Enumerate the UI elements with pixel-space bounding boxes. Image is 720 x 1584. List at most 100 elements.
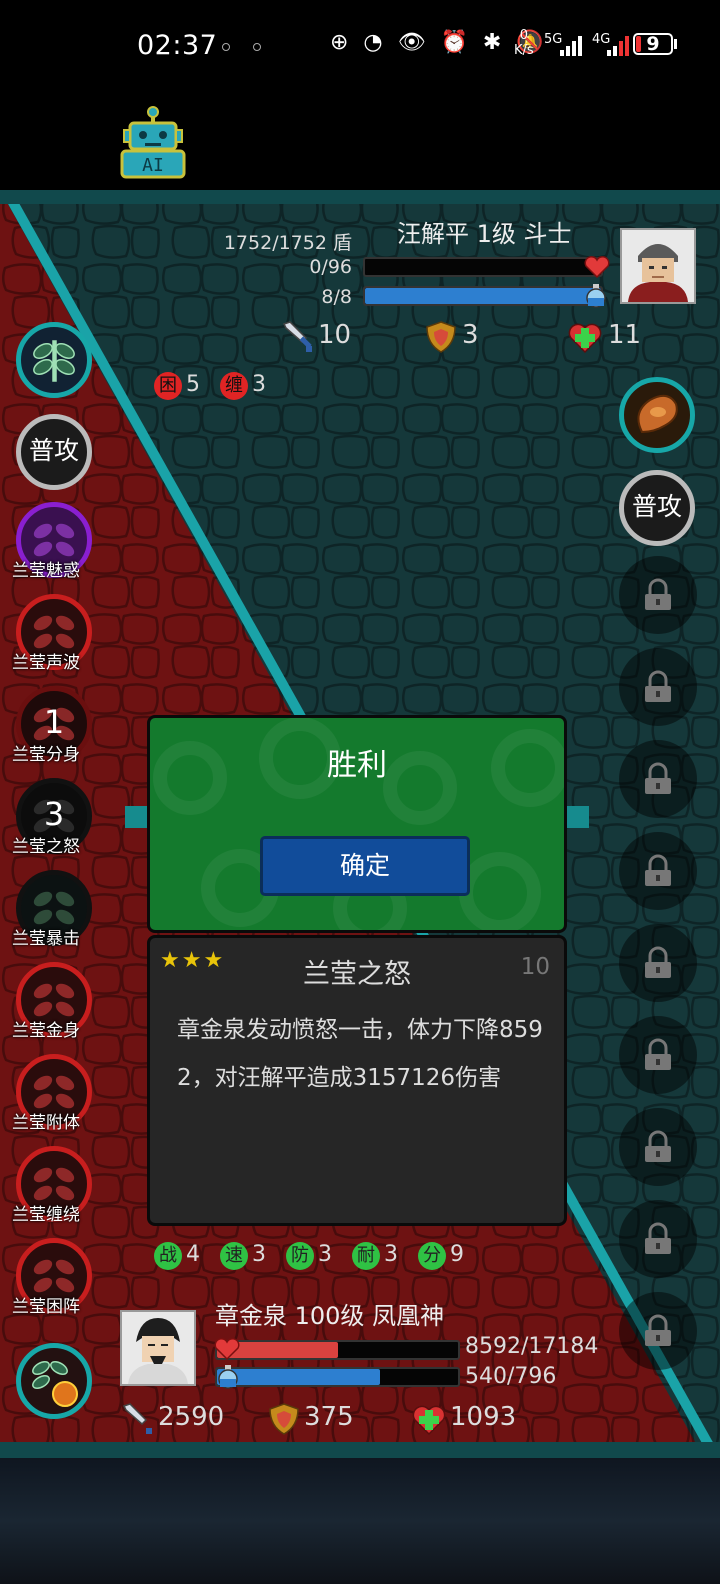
shield-icon [269,1403,299,1435]
player-portrait-avatar[interactable] [120,1310,196,1386]
player-mp-fill [217,1369,381,1385]
notification-dot-icon [222,43,230,51]
battery-tip [674,39,677,49]
locked-skill-slot[interactable] [619,648,697,726]
attr-endurance-icon: 耐 [352,1242,380,1270]
locked-skill-slot[interactable] [619,1292,697,1370]
signal-icon [607,36,629,56]
battery-level: 9 [646,33,660,55]
leaf-icon [33,340,75,382]
svg-text:AI: AI [142,155,164,176]
player-defense-value: 375 [304,1402,354,1432]
meat-icon [637,394,678,434]
enemy-name-level-class: 汪解平 1级 斗士 [397,220,572,248]
player-hp-bar [215,1340,460,1360]
player-mp-bar [215,1367,460,1387]
enemy-attack-value: 10 [318,320,352,350]
lock-icon [645,854,671,886]
player-skill-label: 兰莹困阵 [12,1297,80,1317]
debuff-trap-value: 5 [186,372,200,397]
player-mp-text: 540/796 [465,1364,557,1389]
player-name-level-class: 章金泉 100级 凤凰神 [215,1302,445,1330]
potion-icon [586,284,606,308]
player-passive-skill-icon[interactable] [16,322,92,398]
lock-icon [645,946,671,978]
player-skill-label: 兰莹暴击 [12,929,80,949]
locked-skill-slot[interactable] [619,1016,697,1094]
locked-skill-slot[interactable] [619,556,697,634]
shield-icon [426,321,456,353]
enemy-mp-bar [363,286,603,306]
skill-title: 兰莹之怒 [303,959,411,990]
arena-marker [567,806,589,828]
lock-icon [645,1222,671,1254]
attr-endurance-value: 3 [384,1242,398,1267]
attr-defense-value: 3 [318,1242,332,1267]
player-skill-label: 兰莹魅惑 [12,561,80,581]
enemy-basic-attack-button[interactable]: 普攻 [619,470,695,546]
ai-robot-icon[interactable]: AI [120,106,186,180]
enemy-passive-skill-icon[interactable] [619,377,695,453]
attr-speed-icon: 速 [220,1242,248,1270]
lock-icon [645,670,671,702]
health-cross-icon [412,1405,446,1436]
lock-icon [645,1038,671,1070]
player-heal-value: 1093 [450,1402,517,1432]
signal-icon [560,36,582,56]
player-ultimate-skill-icon[interactable] [16,1343,92,1419]
skill-info-card: ★★★ 兰莹之怒 10 章金泉发动愤怒一击，体力下降8592，对汪解平造成315… [147,935,567,1226]
enemy-heal-value: 11 [608,320,642,350]
battery-icon: 9 [633,33,673,55]
lock-icon [645,578,671,610]
lock-icon [645,1314,671,1346]
potion-icon [218,1365,238,1389]
enemy-defense-value: 3 [462,320,479,350]
locked-skill-slot[interactable] [619,1108,697,1186]
player-basic-attack-button[interactable]: 普攻 [16,414,92,490]
sword-icon [122,1403,152,1434]
status-bar: 02:37 ⊕ ◔ 👁 ⏰ ✱ 🔕 0 K/s 5G 4G 9 [0,0,720,95]
player-skill-label: 兰莹附体 [12,1113,80,1133]
victory-title: 胜利 [327,748,387,783]
victory-dialog: 胜利 确定 [147,715,567,933]
heart-icon [214,1338,240,1361]
skill-description: 章金泉发动愤怒一击，体力下降8592，对汪解平造成3157126伤害 [177,1017,543,1091]
confirm-button[interactable]: 确定 [260,836,470,896]
player-skill-label: 兰莹缠绕 [12,1205,80,1225]
player-skill-label: 兰莹之怒 [12,837,80,857]
skill-charge-count: 1 [43,703,65,741]
attr-split-icon: 分 [418,1242,446,1270]
attr-split-value: 9 [450,1242,464,1267]
locked-skill-slot[interactable] [619,1200,697,1278]
player-avatar-image [122,1312,194,1384]
heart-icon [584,256,610,279]
arena-marker [125,806,147,828]
locked-skill-slot[interactable] [619,924,697,1002]
notification-dot-icon [253,43,261,51]
sword-icon [282,321,312,352]
enemy-portrait-avatar[interactable] [620,228,696,304]
debuff-trap-icon: 困 [154,372,182,400]
player-skill-label: 兰莹分身 [12,745,80,765]
attr-battle-icon: 战 [154,1242,182,1270]
health-cross-icon [568,323,602,354]
clock: 02:37 [137,30,218,61]
locked-skill-slot[interactable] [619,832,697,910]
attr-battle-value: 4 [186,1242,200,1267]
enemy-mp-text: 8/8 [321,286,352,308]
enemy-avatar-image [622,230,694,302]
net-speed: 0 K/s [514,28,534,58]
player-skill-label: 兰莹金身 [12,1021,80,1041]
enemy-mp-fill [365,288,601,304]
debuff-entangle-value: 3 [252,372,266,397]
debuff-entangle-icon: 缠 [220,372,248,400]
player-attack-value: 2590 [158,1402,225,1432]
phoenix-leaf-icon [32,1361,78,1407]
enemy-hp-text: 0/96 [309,256,352,278]
lock-icon [645,1130,671,1162]
locked-skill-slot[interactable] [619,740,697,818]
attr-defense-icon: 防 [286,1242,314,1270]
lock-icon [645,762,671,794]
net-speed-value: 0 [519,28,528,43]
player-hp-text: 8592/17184 [465,1334,599,1359]
